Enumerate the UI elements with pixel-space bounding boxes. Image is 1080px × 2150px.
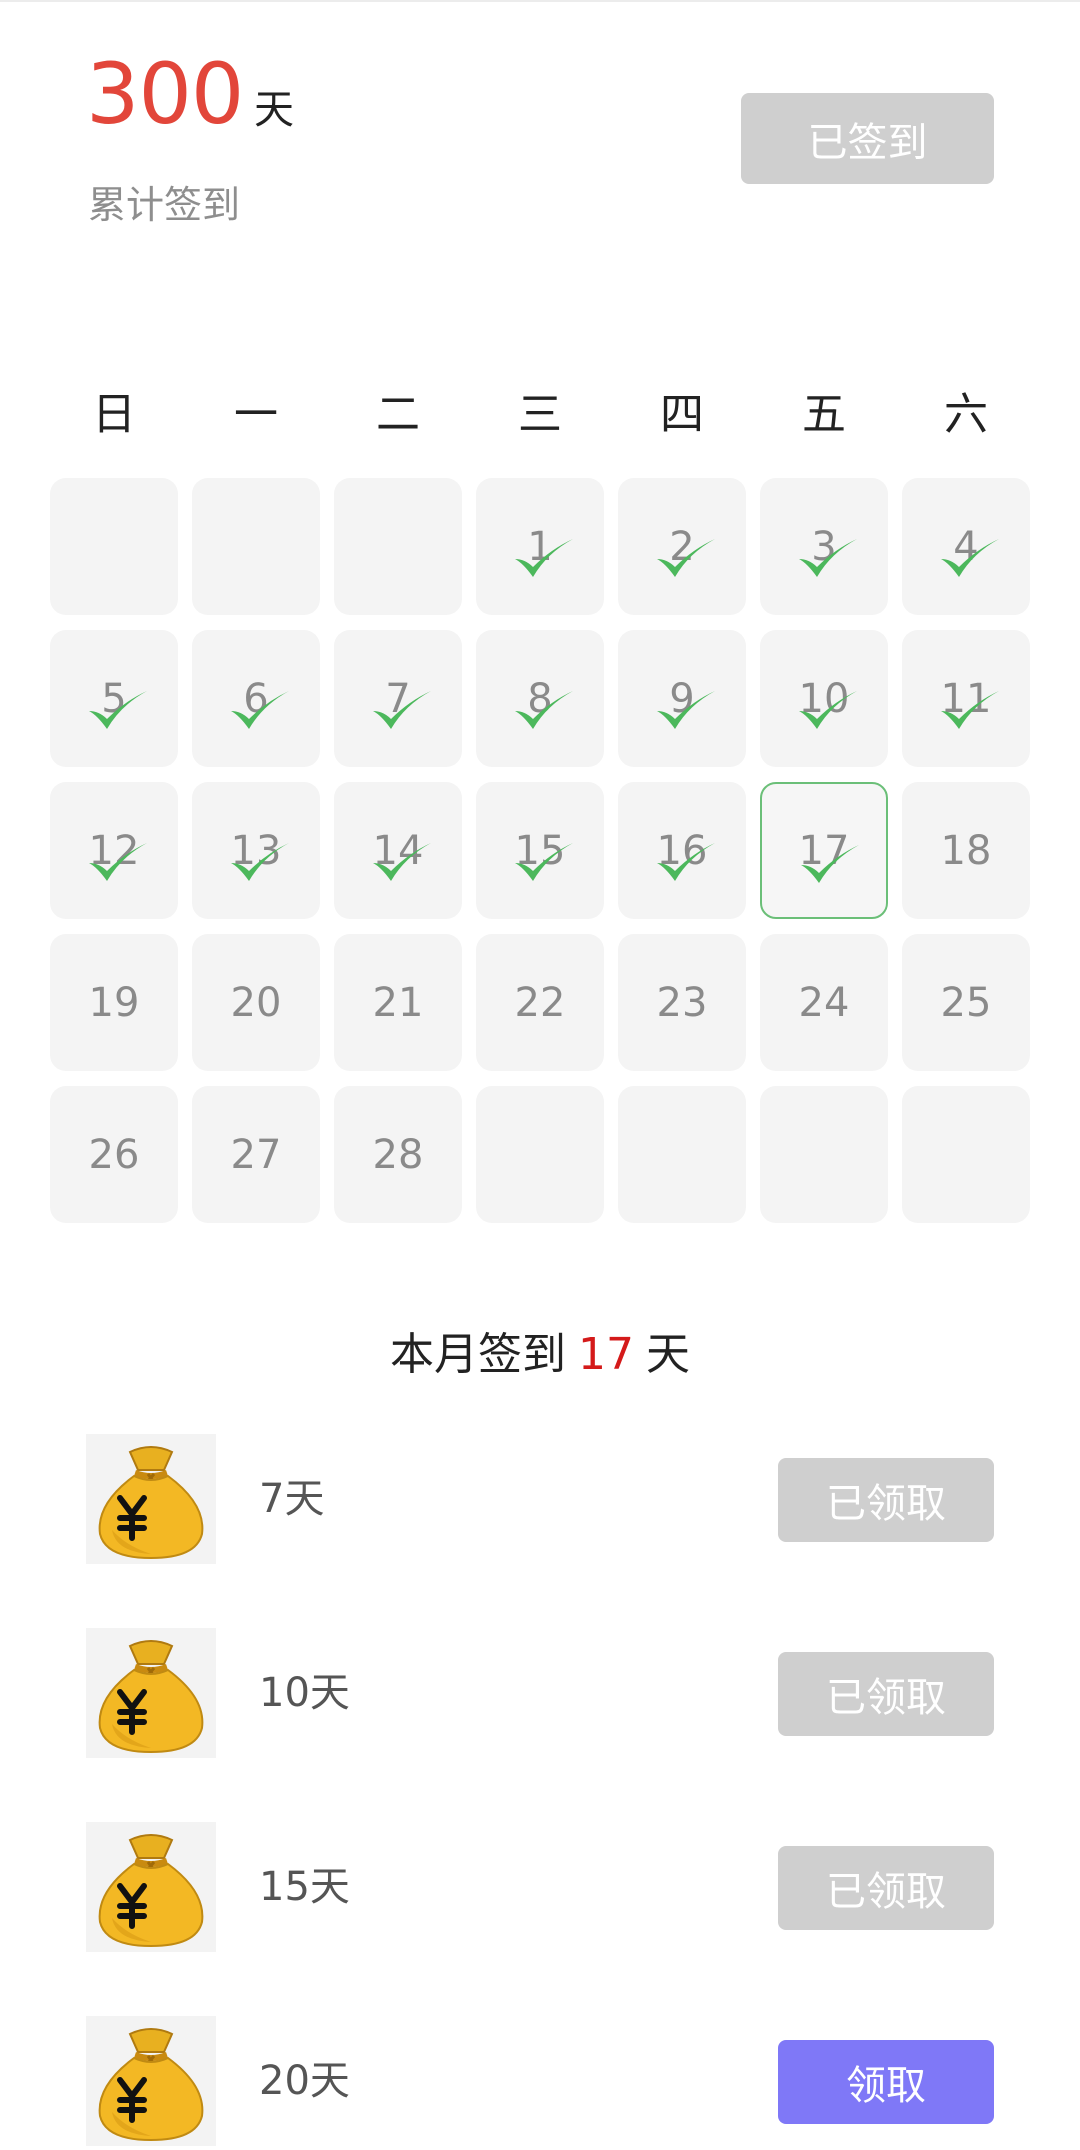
calendar-day-26[interactable]: 26	[50, 1086, 178, 1223]
reward-claimed-button[interactable]: 已领取	[778, 1846, 994, 1930]
calendar-empty-cell	[334, 478, 462, 615]
calendar-day-25[interactable]: 25	[902, 934, 1030, 1071]
calendar-day-number: 22	[514, 979, 566, 1026]
total-signin-label: 累计签到	[88, 183, 241, 227]
check-mark-icon	[657, 539, 715, 577]
calendar-day-23[interactable]: 23	[618, 934, 746, 1071]
calendar-day-19[interactable]: 19	[50, 934, 178, 1071]
calendar-day-15[interactable]: 15	[476, 782, 604, 919]
month-summary-prefix: 本月签到	[390, 1329, 566, 1380]
check-mark-icon	[373, 843, 431, 881]
calendar-day-13[interactable]: 13	[192, 782, 320, 919]
reward-days-label: 7天	[259, 1476, 325, 1522]
check-mark-icon	[799, 539, 857, 577]
calendar-day-number: 20	[230, 979, 282, 1026]
weekday-sun: 日	[92, 389, 136, 440]
check-mark-icon	[89, 843, 147, 881]
weekday-fri: 五	[802, 389, 846, 440]
calendar-day-21[interactable]: 21	[334, 934, 462, 1071]
calendar-empty-cell	[476, 1086, 604, 1223]
calendar-day-18[interactable]: 18	[902, 782, 1030, 919]
calendar-day-7[interactable]: 7	[334, 630, 462, 767]
calendar-day-number: 18	[940, 827, 992, 874]
reward-row: 20天 领取	[86, 2016, 994, 2146]
check-mark-icon	[231, 843, 289, 881]
check-mark-icon	[657, 691, 715, 729]
reward-days-label: 20天	[259, 2058, 350, 2104]
signed-in-button[interactable]: 已签到	[741, 93, 994, 184]
check-mark-icon	[373, 691, 431, 729]
calendar-day-24[interactable]: 24	[760, 934, 888, 1071]
calendar-empty-cell	[902, 1086, 1030, 1223]
total-signin-count: 300	[86, 45, 244, 143]
check-mark-icon	[515, 843, 573, 881]
calendar-day-5[interactable]: 5	[50, 630, 178, 767]
calendar-day-number: 28	[372, 1131, 424, 1178]
month-summary-suffix: 天	[646, 1329, 690, 1380]
calendar-day-9[interactable]: 9	[618, 630, 746, 767]
month-signin-count: 17	[578, 1329, 634, 1380]
reward-claimed-button[interactable]: 已领取	[778, 1652, 994, 1736]
check-mark-icon	[89, 691, 147, 729]
calendar-day-number: 19	[88, 979, 140, 1026]
weekday-tue: 二	[376, 389, 420, 440]
weekday-thu: 四	[660, 389, 704, 440]
total-signin-unit: 天	[254, 87, 294, 133]
reward-claim-button[interactable]: 领取	[778, 2040, 994, 2124]
money-bag-icon	[86, 2016, 216, 2146]
calendar-empty-cell	[192, 478, 320, 615]
weekday-sat: 六	[944, 389, 988, 440]
check-mark-icon	[801, 845, 859, 883]
money-bag-icon	[86, 1822, 216, 1952]
calendar-empty-cell	[50, 478, 178, 615]
check-mark-icon	[515, 539, 573, 577]
calendar-day-28[interactable]: 28	[334, 1086, 462, 1223]
calendar-day-4[interactable]: 4	[902, 478, 1030, 615]
check-mark-icon	[657, 843, 715, 881]
check-mark-icon	[231, 691, 289, 729]
calendar-day-10[interactable]: 10	[760, 630, 888, 767]
reward-claimed-button[interactable]: 已领取	[778, 1458, 994, 1542]
money-bag-icon	[86, 1434, 216, 1564]
reward-row: 15天 已领取	[86, 1822, 994, 1952]
calendar-day-6[interactable]: 6	[192, 630, 320, 767]
reward-row: 7天 已领取	[86, 1434, 994, 1564]
check-mark-icon	[941, 539, 999, 577]
calendar-day-3[interactable]: 3	[760, 478, 888, 615]
calendar-day-2[interactable]: 2	[618, 478, 746, 615]
calendar-empty-cell	[760, 1086, 888, 1223]
reward-row: 10天 已领取	[86, 1628, 994, 1758]
weekday-mon: 一	[234, 389, 278, 440]
calendar-day-number: 25	[940, 979, 992, 1026]
calendar-day-number: 26	[88, 1131, 140, 1178]
calendar-day-14[interactable]: 14	[334, 782, 462, 919]
calendar-day-11[interactable]: 11	[902, 630, 1030, 767]
calendar-empty-cell	[618, 1086, 746, 1223]
calendar-day-number: 23	[656, 979, 708, 1026]
calendar-day-8[interactable]: 8	[476, 630, 604, 767]
reward-days-label: 15天	[259, 1864, 350, 1910]
calendar-day-22[interactable]: 22	[476, 934, 604, 1071]
calendar-day-number: 27	[230, 1131, 282, 1178]
reward-days-label: 10天	[259, 1670, 350, 1716]
calendar-day-17[interactable]: 17	[760, 782, 888, 919]
calendar-day-12[interactable]: 12	[50, 782, 178, 919]
weekday-header: 日 一 二 三 四 五 六	[50, 385, 1030, 445]
check-mark-icon	[515, 691, 573, 729]
calendar-day-number: 24	[798, 979, 850, 1026]
top-divider	[0, 0, 1080, 2]
weekday-wed: 三	[518, 389, 562, 440]
calendar-day-27[interactable]: 27	[192, 1086, 320, 1223]
calendar-day-number: 21	[372, 979, 424, 1026]
calendar-day-20[interactable]: 20	[192, 934, 320, 1071]
money-bag-icon	[86, 1628, 216, 1758]
check-mark-icon	[941, 691, 999, 729]
calendar-grid: 1 2 3 4 5 6 7 8 9 10 11 12 13 14 15 16 17 18 19 20 21 22 23 24 2…	[50, 478, 1030, 1224]
calendar-day-16[interactable]: 16	[618, 782, 746, 919]
month-signin-summary: 本月签到 17 天	[0, 1325, 1080, 1385]
calendar-day-1[interactable]: 1	[476, 478, 604, 615]
check-mark-icon	[799, 691, 857, 729]
